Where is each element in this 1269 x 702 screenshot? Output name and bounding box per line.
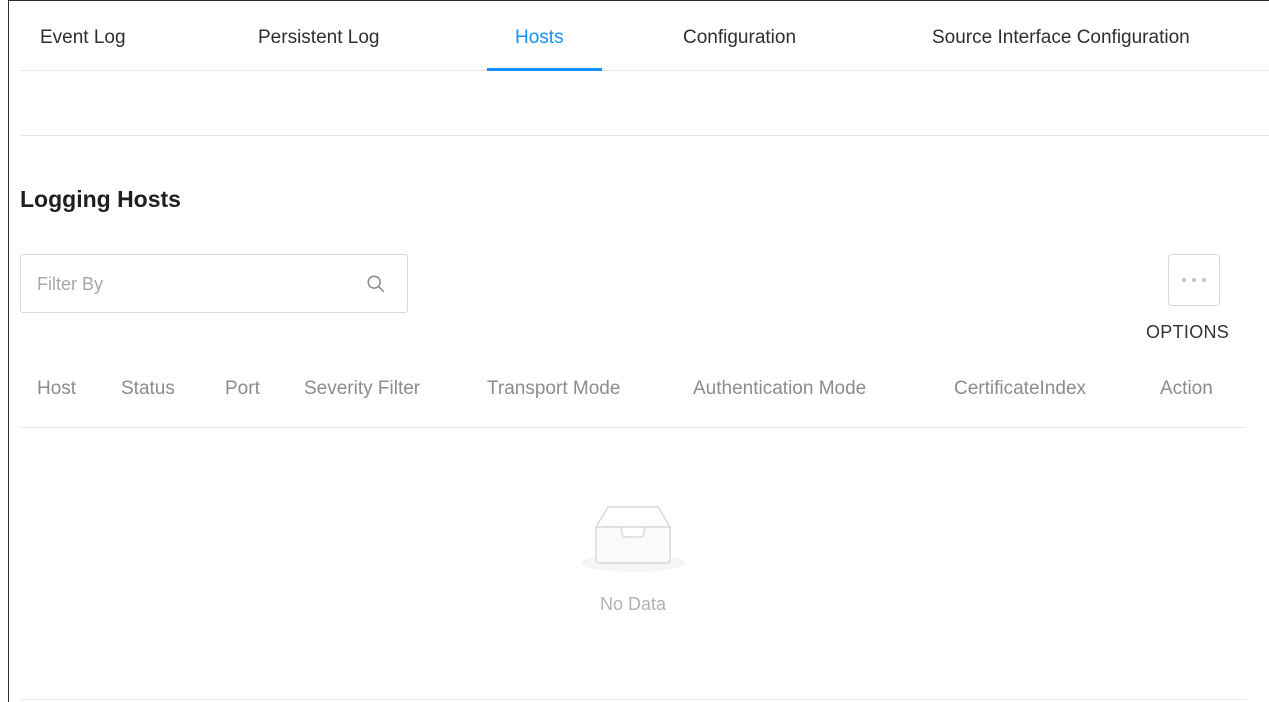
search-icon[interactable] <box>365 273 387 295</box>
tab-source-interface-configuration[interactable]: Source Interface Configuration <box>932 27 1190 49</box>
table-bottom-border <box>20 699 1246 700</box>
column-severity-filter[interactable]: Severity Filter <box>304 378 420 400</box>
section-divider <box>20 135 1269 136</box>
filter-input[interactable] <box>37 269 357 299</box>
filter-box <box>20 254 408 313</box>
tab-persistent-log[interactable]: Persistent Log <box>258 27 379 49</box>
empty-state-text: No Data <box>599 594 667 614</box>
ellipsis-icon <box>1182 278 1206 282</box>
options-label: OPTIONS <box>1146 322 1230 342</box>
table-header: Host Status Port Severity Filter Transpo… <box>20 358 1246 428</box>
column-certificate-index[interactable]: CertificateIndex <box>954 378 1086 400</box>
tab-event-log[interactable]: Event Log <box>40 27 126 49</box>
column-transport-mode[interactable]: Transport Mode <box>487 378 620 400</box>
tab-bar: Event Log Persistent Log Hosts Configura… <box>20 0 1269 71</box>
page-title: Logging Hosts <box>20 186 181 212</box>
column-status[interactable]: Status <box>121 378 175 400</box>
active-tab-indicator <box>487 68 602 71</box>
tab-configuration[interactable]: Configuration <box>683 27 796 49</box>
column-host[interactable]: Host <box>37 378 76 400</box>
column-authentication-mode[interactable]: Authentication Mode <box>693 378 866 400</box>
column-port[interactable]: Port <box>225 378 260 400</box>
options-button[interactable] <box>1168 254 1220 306</box>
empty-inbox-icon <box>581 506 685 572</box>
tab-hosts[interactable]: Hosts <box>515 27 564 49</box>
column-action[interactable]: Action <box>1160 378 1213 400</box>
